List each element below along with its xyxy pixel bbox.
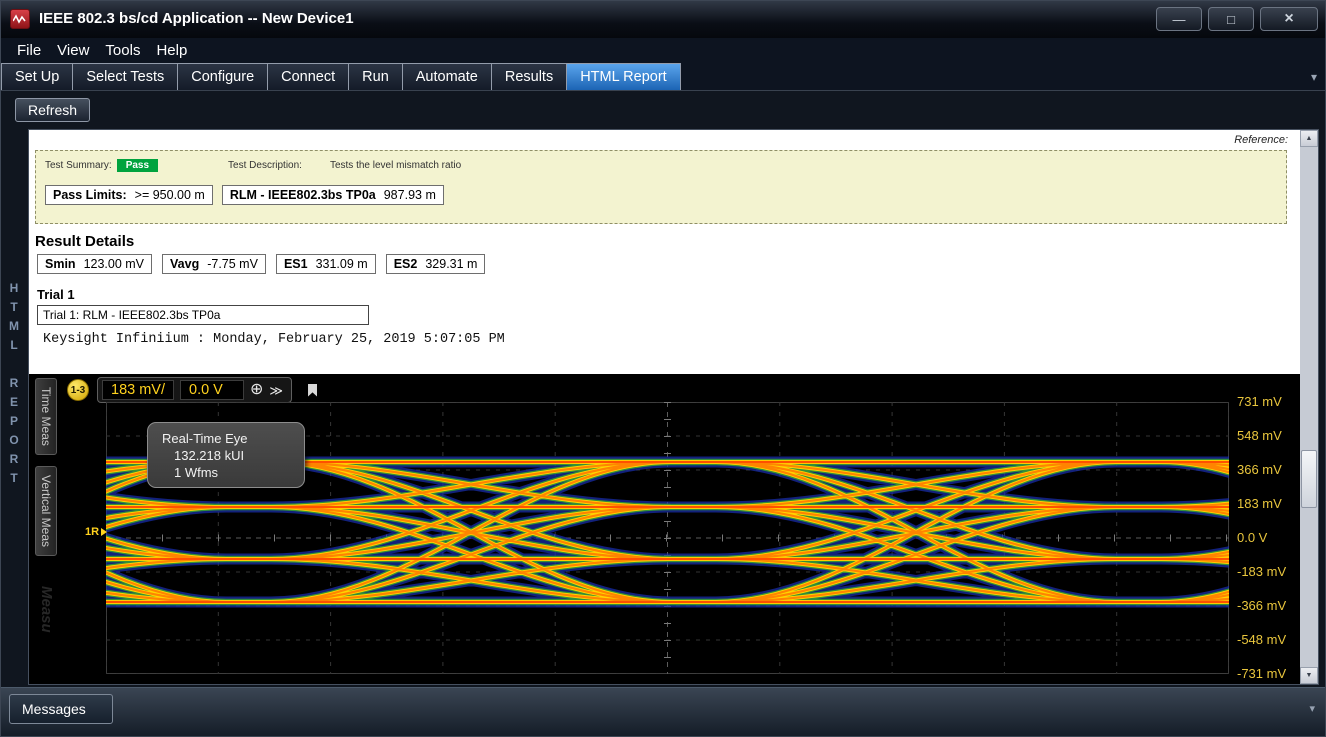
param-es2: ES2 329.31 m: [386, 254, 486, 274]
test-summary-label: Test Summary:: [45, 160, 112, 171]
window-controls: — □ ×: [1156, 7, 1318, 31]
y-axis-label: 548 mV: [1237, 428, 1299, 443]
menu-view[interactable]: View: [49, 42, 97, 59]
param-smin: Smin 123.00 mV: [37, 254, 152, 274]
param-vavg-value: -7.75 mV: [207, 257, 258, 271]
app-icon: [10, 9, 30, 29]
vertical-scale-box: 183 mV/: [102, 380, 174, 400]
window-titlebar: IEEE 802.3 bs/cd Application -- New Devi…: [1, 1, 1325, 38]
tooltip-title: Real-Time Eye: [162, 430, 304, 447]
rt-eye-tooltip: Real-Time Eye 132.218 kUI 1 Wfms: [147, 422, 305, 488]
y-axis-label: 731 mV: [1237, 394, 1299, 409]
scale-group: 183 mV/ 0.0 V ⊕ ≫: [97, 377, 292, 403]
window-title: IEEE 802.3 bs/cd Application -- New Devi…: [39, 10, 354, 27]
zoom-plus-icon: ⊕: [250, 382, 263, 398]
channel-marker-arrow-icon: [101, 528, 107, 536]
messages-tab[interactable]: Messages: [9, 694, 113, 724]
param-es1: ES1 331.09 m: [276, 254, 376, 274]
scope-toolbar: 1-3 183 mV/ 0.0 V ⊕ ≫: [67, 377, 317, 403]
pass-limits-value: >= 950.00 m: [135, 188, 205, 202]
test-description-label: Test Description:: [228, 160, 302, 171]
scope-caption: Keysight Infiniium : Monday, February 25…: [43, 332, 505, 347]
main-tab-bar: Set Up Select Tests Configure Connect Ru…: [1, 63, 1325, 90]
param-es2-value: 329.31 m: [425, 257, 477, 271]
measurement-name: RLM - IEEE802.3bs TP0a: [230, 188, 376, 202]
param-smin-value: 123.00 mV: [84, 257, 144, 271]
maximize-button[interactable]: □: [1208, 7, 1254, 31]
menu-bar: File View Tools Help: [1, 38, 1325, 63]
expand-chevrons-icon: ≫: [269, 384, 283, 397]
scope-tab-time-meas: Time Meas: [35, 378, 57, 455]
close-button[interactable]: ×: [1260, 7, 1318, 31]
y-axis-label: -366 mV: [1237, 598, 1299, 613]
menu-help[interactable]: Help: [148, 42, 195, 59]
summary-banner: Test Summary: Pass Test Description: Tes…: [35, 150, 1287, 224]
vertical-offset-box: 0.0 V: [180, 380, 244, 400]
limits-row: Pass Limits: >= 950.00 m RLM - IEEE802.3…: [45, 185, 444, 205]
y-axis-label: 183 mV: [1237, 496, 1299, 511]
scope-wave-glyph: [13, 14, 27, 24]
tab-overflow-arrow[interactable]: ▾: [1311, 70, 1317, 84]
measurement-value: 987.93 m: [384, 188, 436, 202]
messages-overflow-arrow[interactable]: ▾: [1309, 702, 1315, 715]
tab-automate[interactable]: Automate: [403, 63, 492, 90]
content-frame: Refresh HTML REPORT Reference: Test Summ…: [1, 90, 1325, 687]
channel-marker: 1R: [85, 526, 107, 538]
test-description-value: Tests the level mismatch ratio: [330, 160, 461, 171]
result-details-heading: Result Details: [35, 233, 134, 250]
channel-marker-label: 1R: [85, 526, 99, 538]
result-parameters-row: Smin 123.00 mV Vavg -7.75 mV ES1 331.09 …: [37, 254, 485, 274]
param-es1-label: ES1: [284, 257, 308, 271]
scope-tab-ghost: Measu: [38, 586, 55, 633]
tooltip-kui: 132.218 kUI: [162, 447, 304, 464]
tab-connect[interactable]: Connect: [268, 63, 349, 90]
refresh-button[interactable]: Refresh: [15, 98, 90, 122]
pass-limits-label: Pass Limits:: [53, 188, 127, 202]
tab-configure[interactable]: Configure: [178, 63, 268, 90]
param-es2-label: ES2: [394, 257, 418, 271]
y-axis-label: 0.0 V: [1237, 530, 1299, 545]
summary-row: Test Summary: Pass Test Description: Tes…: [45, 159, 461, 172]
reference-label: Reference:: [1234, 134, 1288, 146]
param-vavg-label: Vavg: [170, 257, 199, 271]
tab-results[interactable]: Results: [492, 63, 567, 90]
trial-heading: Trial 1: [37, 287, 75, 302]
tab-set-up[interactable]: Set Up: [1, 63, 73, 90]
pass-badge: Pass: [117, 159, 158, 172]
channel-badge: 1-3: [67, 379, 89, 401]
measurement-box: RLM - IEEE802.3bs TP0a 987.93 m: [222, 185, 444, 205]
trial-label-box: Trial 1: RLM - IEEE802.3bs TP0a: [37, 305, 369, 325]
report-area: Reference: Test Summary: Pass Test Descr…: [29, 130, 1300, 684]
param-vavg: Vavg -7.75 mV: [162, 254, 266, 274]
report-scrollbar[interactable]: ▲ ▼: [1300, 130, 1318, 684]
scroll-thumb[interactable]: [1301, 450, 1317, 508]
minimize-button[interactable]: —: [1156, 7, 1202, 31]
y-axis-label: -183 mV: [1237, 564, 1299, 579]
y-axis-label: 366 mV: [1237, 462, 1299, 477]
pass-limits-box: Pass Limits: >= 950.00 m: [45, 185, 213, 205]
bookmark-icon: [308, 384, 317, 397]
tab-run[interactable]: Run: [349, 63, 403, 90]
menu-file[interactable]: File: [9, 42, 49, 59]
param-es1-value: 331.09 m: [316, 257, 368, 271]
tab-html-report[interactable]: HTML Report: [567, 63, 680, 90]
scroll-down-button[interactable]: ▼: [1300, 667, 1318, 684]
y-axis-label: -548 mV: [1237, 632, 1299, 647]
messages-bar: Messages ▾: [1, 687, 1325, 737]
scope-screenshot: Time Meas Vertical Meas Measu 1-3 183 mV…: [29, 374, 1300, 684]
report-wrapper: Reference: Test Summary: Pass Test Descr…: [28, 129, 1319, 685]
tooltip-wfms: 1 Wfms: [162, 464, 304, 481]
html-report-vertical-label: HTML REPORT: [7, 281, 21, 490]
application-window: IEEE 802.3 bs/cd Application -- New Devi…: [0, 0, 1326, 737]
tab-select-tests[interactable]: Select Tests: [73, 63, 178, 90]
param-smin-label: Smin: [45, 257, 76, 271]
y-axis-label: -731 mV: [1237, 666, 1299, 681]
menu-tools[interactable]: Tools: [97, 42, 148, 59]
scope-tab-vertical-meas: Vertical Meas: [35, 466, 57, 556]
scroll-up-button[interactable]: ▲: [1300, 130, 1318, 147]
